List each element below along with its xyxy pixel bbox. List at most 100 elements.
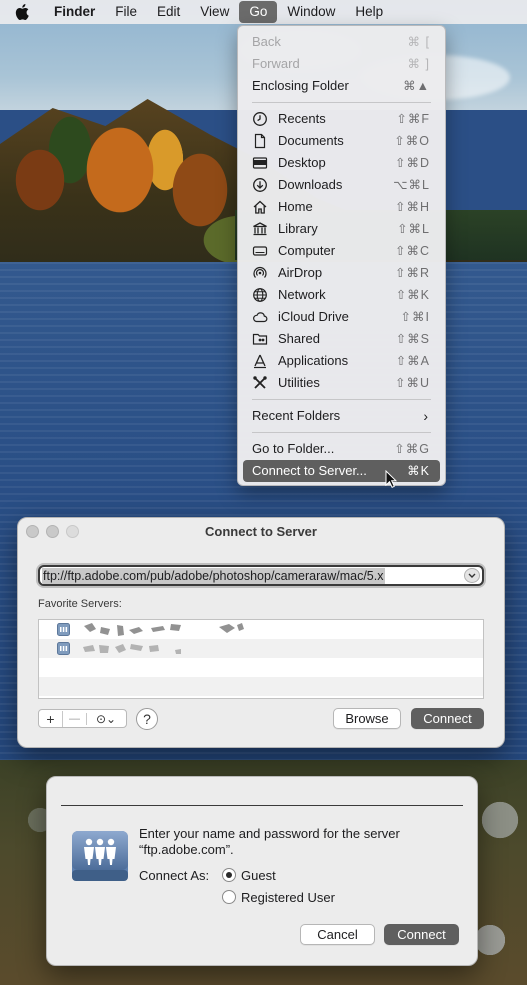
airdrop-icon (253, 266, 267, 278)
desktop-icon (252, 157, 268, 169)
menu-separator (252, 399, 431, 400)
document-icon (254, 133, 266, 149)
download-icon (253, 178, 267, 192)
registered-user-radio[interactable] (222, 890, 236, 904)
guest-radio-label[interactable]: Guest (241, 868, 276, 883)
shortcut-label: ⇧⌘K (395, 288, 430, 302)
computer-icon (252, 246, 268, 256)
connect-to-server-window: Connect to Server ftp://ftp.adobe.com/pu… (17, 517, 505, 748)
server-login-dialog: Enter your name and password for the ser… (46, 776, 478, 966)
menu-separator (252, 432, 431, 433)
shortcut-label: ⇧⌘H (394, 200, 430, 214)
menu-item-downloads[interactable]: Downloads ⌥⌘L (243, 174, 440, 196)
menu-item-network[interactable]: Network ⇧⌘K (243, 284, 440, 306)
server-icon (57, 642, 70, 655)
menu-item-label: Documents (278, 133, 344, 148)
menu-item-label: Desktop (278, 155, 326, 170)
shortcut-label: ⇧⌘O (394, 134, 430, 148)
connect-as-label: Connect As: (139, 868, 210, 883)
menu-file[interactable]: File (105, 0, 147, 24)
window-titlebar[interactable]: Connect to Server (18, 518, 504, 546)
login-prompt: Enter your name and password for the ser… (139, 826, 439, 858)
favorites-segmented-control: + — ⊙⌄ (38, 709, 127, 728)
list-item[interactable] (39, 639, 483, 658)
menu-item-icloud-drive[interactable]: iCloud Drive ⇧⌘I (243, 306, 440, 328)
menu-item-label: Enclosing Folder (252, 78, 349, 93)
menu-item-applications[interactable]: Applications ⇧⌘A (243, 350, 440, 372)
menu-item-utilities[interactable]: Utilities ⇧⌘U (243, 372, 440, 394)
list-item (39, 658, 483, 677)
menu-item-recents[interactable]: Recents ⇧⌘F (243, 108, 440, 130)
menu-finder[interactable]: Finder (44, 0, 105, 24)
menu-item-recent-folders[interactable]: Recent Folders › (243, 405, 440, 427)
menu-item-label: Back (252, 34, 281, 49)
help-button[interactable]: ? (136, 708, 158, 730)
mouse-pointer-icon (385, 470, 397, 488)
menu-item-label: AirDrop (278, 265, 323, 280)
shared-folder-icon (252, 333, 268, 345)
server-address-text: ftp://ftp.adobe.com/pub/adobe/photoshop/… (42, 568, 385, 584)
go-menu-dropdown: Back ⌘ [ Forward ⌘ ] Enclosing Folder ⌘▲… (237, 25, 446, 488)
add-favorite-button[interactable]: + (39, 710, 63, 727)
connect-button[interactable]: Connect (384, 924, 459, 945)
shortcut-label: ⌘ [ (407, 35, 430, 49)
shortcut-label: ⇧⌘C (394, 244, 430, 258)
server-address-field[interactable]: ftp://ftp.adobe.com/pub/adobe/photoshop/… (38, 565, 484, 586)
shortcut-label: ⇧⌘L (397, 222, 430, 236)
applications-icon (254, 354, 266, 369)
menu-item-label: Home (278, 199, 313, 214)
list-item[interactable] (39, 620, 483, 639)
home-icon (253, 200, 267, 214)
menu-window[interactable]: Window (277, 0, 345, 24)
menu-item-computer[interactable]: Computer ⇧⌘C (243, 240, 440, 262)
chevron-down-icon (468, 573, 476, 578)
browse-button[interactable]: Browse (333, 708, 401, 729)
menu-edit[interactable]: Edit (147, 0, 190, 24)
shortcut-label: ⇧⌘D (394, 156, 430, 170)
recent-servers-dropdown[interactable] (464, 568, 480, 583)
menu-help[interactable]: Help (345, 0, 393, 24)
apple-logo-icon[interactable] (0, 0, 44, 24)
list-item (39, 677, 483, 696)
menu-item-label: iCloud Drive (278, 309, 349, 324)
clock-icon (253, 112, 267, 126)
menu-item-connect-to-server[interactable]: Connect to Server... ⌘K (243, 460, 440, 488)
menu-item-home[interactable]: Home ⇧⌘H (243, 196, 440, 218)
menu-item-go-to-folder[interactable]: Go to Folder... ⇧⌘G (243, 438, 440, 460)
menu-bar: Finder File Edit View Go Window Help (0, 0, 527, 24)
connect-button[interactable]: Connect (411, 708, 484, 729)
menu-go[interactable]: Go (239, 1, 278, 23)
cancel-button[interactable]: Cancel (300, 924, 375, 945)
shortcut-label: ⇧⌘G (394, 442, 430, 456)
menu-item-airdrop[interactable]: AirDrop ⇧⌘R (243, 262, 440, 284)
favorites-label: Favorite Servers: (38, 598, 122, 610)
globe-icon (253, 288, 267, 302)
redacted-server-name (83, 644, 181, 654)
menu-item-forward[interactable]: Forward ⌘ ] (243, 53, 440, 75)
menu-view[interactable]: View (190, 0, 239, 24)
menu-item-library[interactable]: Library ⇧⌘L (243, 218, 440, 240)
window-title: Connect to Server (205, 524, 317, 539)
menu-item-desktop[interactable]: Desktop ⇧⌘D (243, 152, 440, 174)
shortcut-label: ⇧⌘S (395, 332, 430, 346)
menu-item-label: Shared (278, 331, 320, 346)
menu-item-enclosing-folder[interactable]: Enclosing Folder ⌘▲ (243, 75, 440, 97)
registered-user-radio-label[interactable]: Registered User (241, 890, 335, 905)
utilities-icon (253, 376, 267, 389)
library-icon (253, 222, 267, 236)
remove-favorite-button[interactable]: — (63, 712, 87, 725)
shortcut-label: ⇧⌘R (394, 266, 430, 280)
favorite-servers-list[interactable] (38, 619, 484, 699)
chevron-right-icon: › (423, 408, 428, 424)
network-volume-icon (72, 831, 128, 881)
menu-item-label: Downloads (278, 177, 343, 192)
more-options-button[interactable]: ⊙⌄ (87, 712, 125, 726)
prompt-line: Enter your name and password for the ser… (139, 826, 400, 841)
menu-item-documents[interactable]: Documents ⇧⌘O (243, 130, 440, 152)
menu-item-back[interactable]: Back ⌘ [ (243, 31, 440, 53)
menu-item-shared[interactable]: Shared ⇧⌘S (243, 328, 440, 350)
guest-radio[interactable] (222, 868, 236, 882)
menu-item-label: Utilities (278, 375, 320, 390)
shortcut-label: ⇧⌘F (396, 112, 430, 126)
divider (61, 805, 463, 806)
